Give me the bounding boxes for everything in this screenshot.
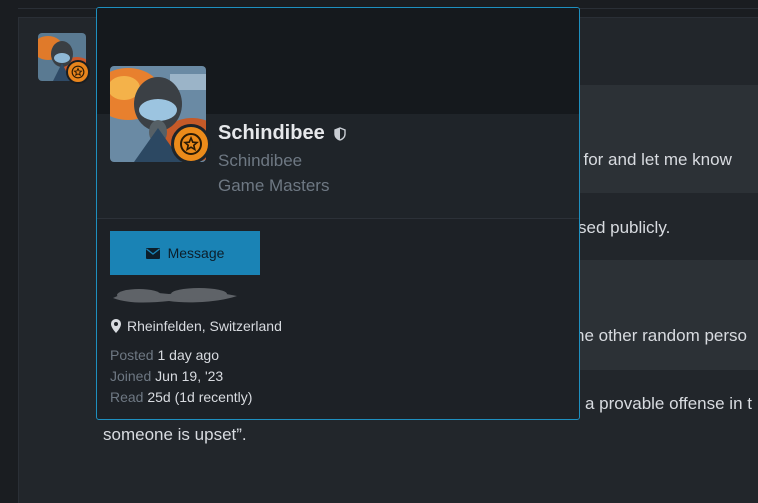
- member-group: Game Masters: [218, 176, 330, 195]
- quote-block: [560, 260, 758, 370]
- post-text-line: he other random perso: [575, 326, 747, 345]
- redacted-scribble: [109, 286, 243, 306]
- quote-block: [560, 85, 758, 193]
- stat-value: Jun 19, '23: [155, 368, 224, 384]
- stat-value: 25d (1d recently): [147, 389, 253, 405]
- group-badge-icon: [66, 60, 90, 84]
- post-text-line: sed publicly.: [578, 218, 671, 237]
- stat-value: 1 day ago: [157, 347, 219, 363]
- post-text-line: l for and let me know: [575, 150, 732, 169]
- location-text[interactable]: Rheinfelden, Switzerland: [127, 318, 282, 334]
- message-button[interactable]: Message: [110, 231, 260, 275]
- member-title: Schindibee: [218, 151, 303, 170]
- envelope-icon: [145, 247, 160, 259]
- shield-icon: [334, 124, 346, 147]
- post-text-line: a provable offense in t: [585, 394, 752, 413]
- member-name-row: Schindibee: [218, 122, 346, 147]
- post-text-line: someone is upset”.: [103, 425, 247, 444]
- message-button-label: Message: [167, 245, 225, 261]
- member-username[interactable]: Schindibee: [218, 122, 325, 144]
- stat-label: Posted: [110, 347, 154, 363]
- map-pin-icon: [111, 319, 121, 333]
- stat-read: Read 25d (1d recently): [110, 389, 252, 405]
- group-badge-icon: [171, 124, 211, 164]
- member-location: Rheinfelden, Switzerland: [111, 318, 282, 334]
- stat-joined: Joined Jun 19, '23: [110, 368, 223, 384]
- stat-label: Read: [110, 389, 144, 405]
- stat-label: Joined: [110, 368, 152, 384]
- stat-posted: Posted 1 day ago: [110, 347, 219, 363]
- member-tooltip: Schindibee Schindibee Game Masters Messa…: [96, 7, 580, 420]
